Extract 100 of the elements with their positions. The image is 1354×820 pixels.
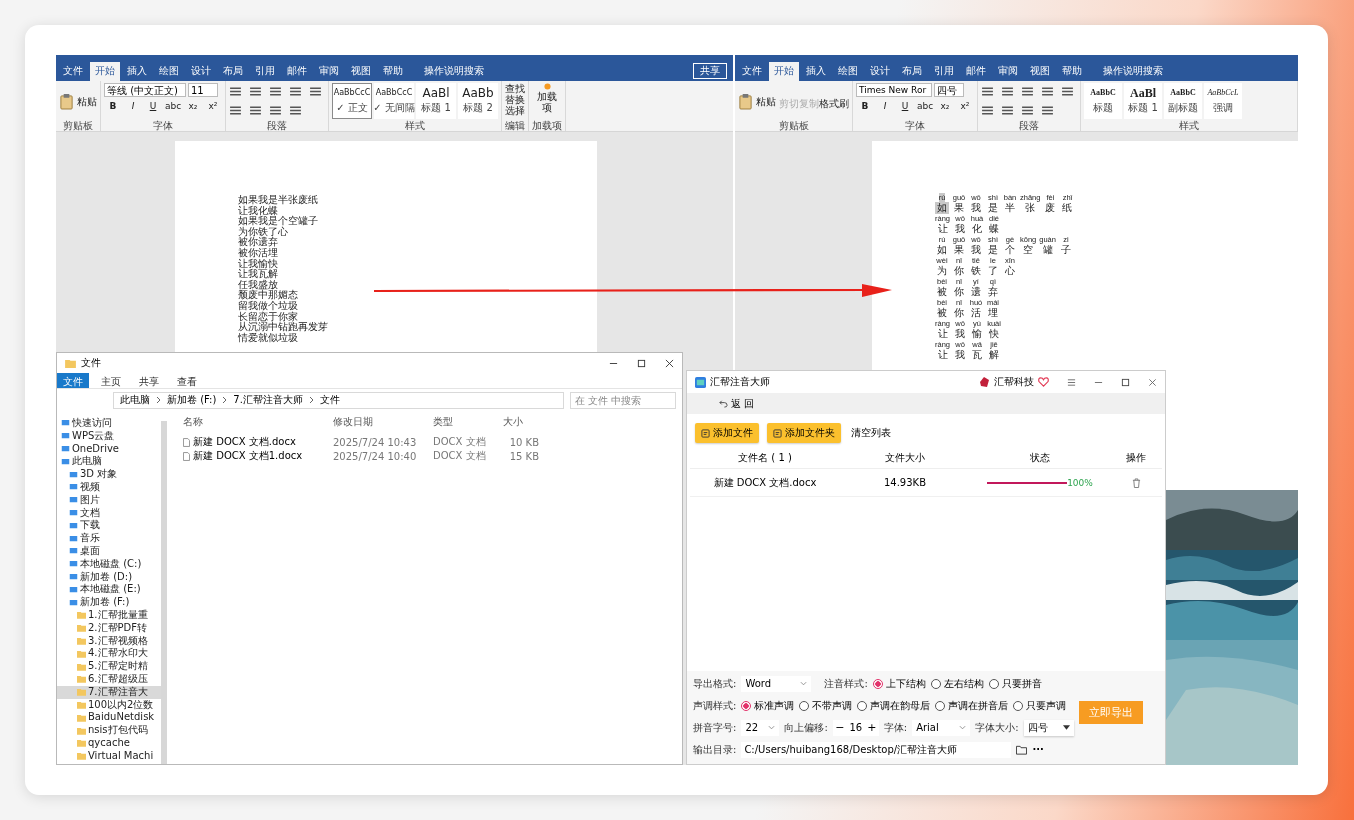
- nav-item-label[interactable]: 1.汇帮批量重: [88, 608, 148, 622]
- paragraph-format-icon[interactable]: [289, 105, 302, 116]
- ribbon-tab[interactable]: 设计: [865, 62, 895, 81]
- nav-item[interactable]: 4.汇帮水印大: [57, 647, 161, 661]
- ribbon-tab[interactable]: 文件: [737, 62, 767, 81]
- nav-item-label[interactable]: OneDrive: [72, 442, 120, 456]
- format-button[interactable]: U: [896, 99, 914, 113]
- clipboard-command[interactable]: 格式刷: [819, 98, 849, 109]
- format-button[interactable]: B: [856, 99, 874, 113]
- decrement-button[interactable]: −: [832, 721, 847, 734]
- radio-label[interactable]: 不带声调: [812, 698, 853, 713]
- radio-label[interactable]: 标准声调: [754, 698, 795, 713]
- paragraph-format-icon[interactable]: [309, 86, 322, 97]
- nav-item-label[interactable]: 100以内2位数: [88, 698, 154, 712]
- nav-item[interactable]: 此电脑: [57, 455, 161, 469]
- paragraph-format-icon[interactable]: [249, 105, 262, 116]
- style-preset[interactable]: AaBl 标题 1: [416, 83, 456, 119]
- search-tell-me[interactable]: 操作说明搜索: [1099, 62, 1167, 81]
- format-button[interactable]: abc: [916, 99, 934, 113]
- offset-value[interactable]: 16: [846, 722, 865, 733]
- paragraph-format-icon[interactable]: [1001, 105, 1014, 116]
- radio-button[interactable]: [988, 678, 999, 689]
- paragraph-format-icon[interactable]: [229, 105, 242, 116]
- paragraph-format-icon[interactable]: [1021, 86, 1034, 97]
- nav-item-label[interactable]: 图片: [80, 493, 100, 507]
- nav-item[interactable]: 视频: [57, 481, 161, 494]
- nav-item-label[interactable]: 3.汇帮视频格: [88, 634, 148, 648]
- format-button[interactable]: U: [144, 99, 162, 113]
- ribbon-tab[interactable]: 绘图: [833, 62, 863, 81]
- close-icon[interactable]: [1148, 377, 1157, 387]
- format-button[interactable]: I: [124, 99, 142, 113]
- paragraph-format-icon[interactable]: [1041, 105, 1054, 116]
- nav-item[interactable]: 音乐: [57, 532, 161, 545]
- ribbon-tab[interactable]: 布局: [897, 62, 927, 81]
- output-path-field[interactable]: C:/Users/huibang168/Desktop/汇帮注音大师: [741, 741, 1012, 758]
- radio-label[interactable]: 上下结构: [885, 676, 926, 691]
- back-button[interactable]: 返 回: [719, 396, 755, 411]
- paste-button[interactable]: 粘贴: [756, 96, 776, 107]
- nav-item[interactable]: 新加卷 (F:): [57, 596, 161, 609]
- nav-item-label[interactable]: 本地磁盘 (E:): [80, 583, 141, 597]
- nav-item[interactable]: qycache: [57, 736, 161, 750]
- address-bar[interactable]: 此电脑 新加卷 (F:) 7.汇帮注音大师 文件: [113, 391, 564, 409]
- paragraph-format-icon[interactable]: [1021, 105, 1034, 116]
- nav-item-label[interactable]: nsis打包代码: [88, 724, 148, 737]
- ribbon-tab[interactable]: 主页: [95, 373, 127, 388]
- addins-button[interactable]: 加载项: [536, 91, 558, 113]
- nav-item[interactable]: 3D 对象: [57, 468, 161, 481]
- nav-item[interactable]: 2.汇帮PDF转: [57, 621, 161, 635]
- share-button[interactable]: 共享: [693, 63, 727, 79]
- ribbon-tab[interactable]: 查看: [171, 373, 203, 388]
- ribbon-tab[interactable]: 绘图: [154, 62, 184, 81]
- nav-item[interactable]: OneDrive: [57, 442, 161, 456]
- radio-label[interactable]: 只要声调: [1026, 698, 1067, 713]
- pinyin-size-dropdown[interactable]: 22: [741, 719, 780, 736]
- close-icon[interactable]: [665, 358, 674, 368]
- nav-item[interactable]: 3.汇帮视频格: [57, 634, 161, 648]
- column-header[interactable]: 大小: [503, 415, 553, 429]
- format-button[interactable]: x₂: [936, 99, 954, 113]
- nav-item-label[interactable]: 2.汇帮PDF转: [88, 621, 148, 635]
- font-size-dropdown[interactable]: 四号: [1023, 719, 1074, 736]
- increment-button[interactable]: +: [864, 721, 879, 734]
- radio-button[interactable]: [872, 678, 883, 689]
- ribbon-tab[interactable]: 共享: [133, 373, 165, 388]
- style-preset[interactable]: AaBl 标题 1: [1124, 83, 1162, 119]
- font-dropdown[interactable]: Arial: [912, 719, 971, 736]
- ribbon-tab[interactable]: 帮助: [1057, 62, 1087, 81]
- ribbon-tab[interactable]: 邮件: [961, 62, 991, 81]
- nav-item-label[interactable]: 本地磁盘 (C:): [80, 557, 142, 571]
- radio-label[interactable]: 只要拼音: [1001, 676, 1042, 691]
- radio-label[interactable]: 声调在韵母后: [870, 698, 931, 713]
- style-preset[interactable]: AaBbCcL 强调: [1204, 83, 1242, 119]
- nav-item[interactable]: 图片: [57, 493, 161, 507]
- ribbon-tab[interactable]: 插入: [801, 62, 831, 81]
- paragraph-format-icon[interactable]: [269, 86, 282, 97]
- style-preset[interactable]: AaBbCcC ✓ 无间隔: [374, 83, 414, 119]
- nav-item-label[interactable]: 7.汇帮注音大: [88, 685, 148, 699]
- more-button[interactable]: ···: [1032, 744, 1044, 755]
- heart-icon[interactable]: [1038, 377, 1049, 387]
- ribbon-tab[interactable]: 布局: [218, 62, 248, 81]
- trash-icon[interactable]: [1131, 477, 1141, 488]
- nav-item[interactable]: WPS云盘: [57, 429, 161, 443]
- nav-item-label[interactable]: 此电脑: [72, 455, 102, 469]
- format-button[interactable]: I: [876, 99, 894, 113]
- ribbon-tab[interactable]: 文件: [58, 62, 88, 81]
- font-size-field[interactable]: 四号: [934, 83, 964, 97]
- nav-item[interactable]: 快速访问: [57, 417, 161, 430]
- format-button[interactable]: abc: [164, 99, 182, 113]
- nav-item[interactable]: 下载: [57, 519, 161, 533]
- nav-item-label[interactable]: BaiduNetdisk: [88, 711, 155, 725]
- toolbar-button[interactable]: 添加文件夹: [767, 423, 841, 443]
- paragraph-format-icon[interactable]: [249, 86, 262, 97]
- search-tell-me[interactable]: 操作说明搜索: [420, 62, 488, 81]
- font-field[interactable]: Times New Ror: [856, 83, 932, 97]
- ribbon-tab[interactable]: 邮件: [282, 62, 312, 81]
- radio-button[interactable]: [930, 678, 941, 689]
- toolbar-button[interactable]: 添加文件: [695, 423, 759, 443]
- file-name[interactable]: 新建 DOCX 文档1.docx: [183, 449, 333, 463]
- ribbon-tab[interactable]: 引用: [250, 62, 280, 81]
- nav-item-label[interactable]: 下载: [80, 519, 100, 533]
- radio-button[interactable]: [741, 700, 752, 711]
